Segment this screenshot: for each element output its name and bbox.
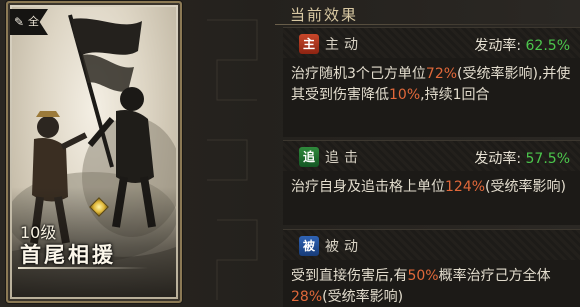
trigger-rate-label: 发动率: [474, 38, 522, 54]
skill-name: 首尾相援 [20, 242, 116, 267]
desc-value: 10% [389, 87, 421, 103]
trigger-rate-value: 57.5% [525, 151, 570, 167]
desc-text: (受统率影响) [322, 289, 404, 305]
desc-value: 72% [425, 66, 458, 82]
faction-icon: ✎ [14, 15, 25, 29]
desc-value: 50% [407, 268, 439, 284]
active-badge-label: 主 [302, 37, 315, 51]
skill-card[interactable]: ✎ 全 10级 首尾相援 [6, 1, 182, 303]
faction-label: 全 [28, 15, 39, 28]
desc-text: ,持续1回合 [420, 87, 490, 103]
panel-title: 当前效果 [290, 6, 359, 24]
title-underline [18, 267, 148, 269]
effect-description: 受到直接伤害后,有50%概率治疗己方全体 28%(受统率影响) [291, 266, 574, 307]
effect-pursuit: 追 追击 发动率: 57.5% 治疗自身及追击格上单位124%(受统率影响) [283, 140, 580, 225]
effect-type: 追击 [325, 150, 363, 166]
effect-active: 主 主动 发动率: 62.5% 治疗随机3个己方单位72%(受统率影响),并使其… [283, 27, 580, 137]
desc-value: 124% [445, 179, 486, 195]
pursuit-badge-icon: 追 [299, 147, 319, 167]
desc-text: 治疗自身及追击格上单位 [291, 179, 445, 195]
effect-pursuit-header: 追 追击 发动率: 57.5% [283, 141, 580, 171]
desc-text: 治疗随机3个己方单位 [291, 66, 426, 82]
desc-text: 概率治疗己方全体 [438, 268, 551, 284]
desc-text: 受到直接伤害后,有 [291, 268, 408, 284]
passive-badge-icon: 被 [299, 236, 319, 256]
effect-passive-header: 被 被动 [283, 230, 580, 260]
current-effects-header: 当前效果 [275, 0, 580, 26]
effect-active-header: 主 主动 发动率: 62.5% [283, 28, 580, 58]
decorative-pattern [207, 19, 258, 300]
trigger-rate: 发动率: 57.5% [474, 148, 570, 168]
desc-text: (受统率影响) [485, 179, 566, 195]
effect-type: 被动 [325, 239, 363, 255]
skill-detail-screen: ✎ 全 10级 首尾相援 当前效果 主 主动 发动率: 62.5% 治疗随机3个… [0, 0, 580, 307]
effect-passive: 被 被动 受到直接伤害后,有50%概率治疗己方全体 28%(受统率影响) [283, 229, 580, 307]
effect-description: 治疗随机3个己方单位72%(受统率影响),并使其受到伤害降低10%,持续1回合 [291, 64, 574, 106]
effect-description: 治疗自身及追击格上单位124%(受统率影响) [291, 177, 574, 198]
header-divider [275, 24, 575, 25]
active-badge-icon: 主 [299, 34, 319, 54]
pursuit-badge-label: 追 [302, 150, 315, 164]
trigger-rate-label: 发动率: [474, 151, 522, 167]
desc-value: 28% [291, 289, 323, 305]
passive-badge-label: 被 [302, 239, 315, 253]
trigger-rate-value: 62.5% [525, 38, 570, 54]
trigger-rate: 发动率: 62.5% [474, 35, 570, 55]
effect-type: 主动 [325, 37, 363, 53]
